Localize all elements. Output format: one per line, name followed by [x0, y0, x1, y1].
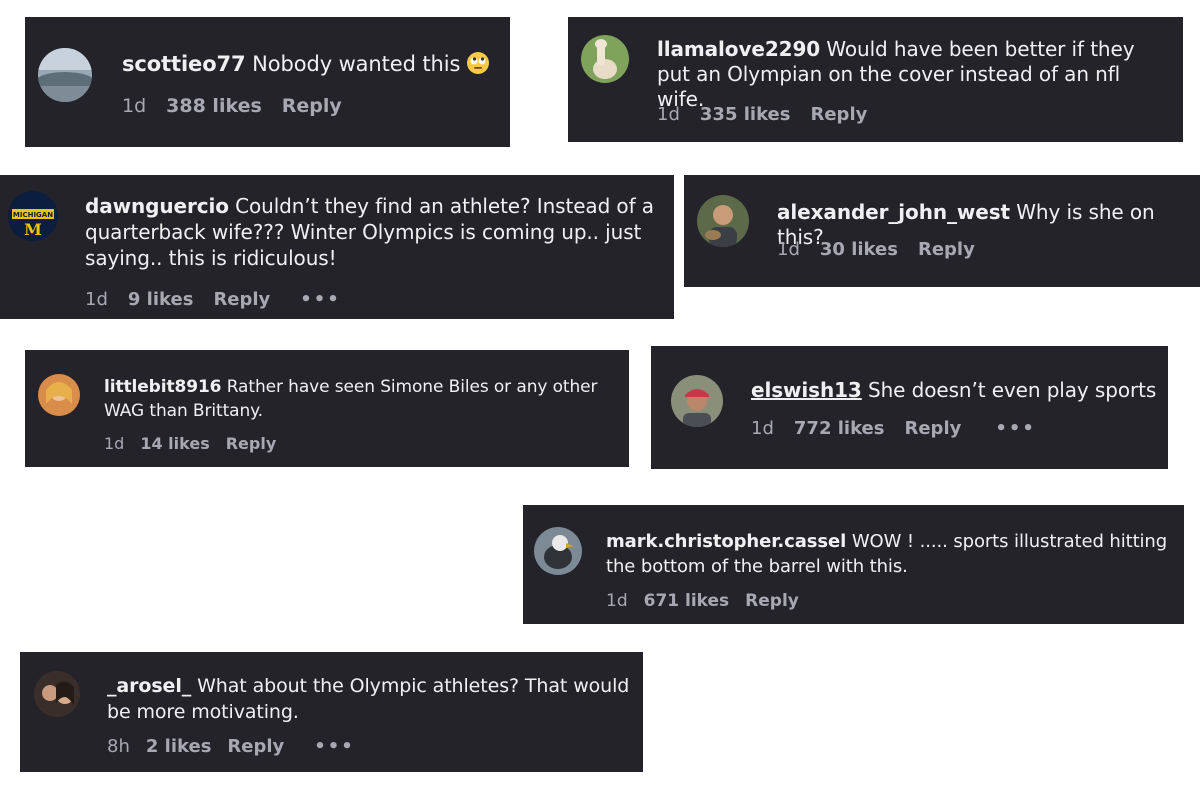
comment-meta: 1d 671 likes Reply [606, 591, 819, 611]
comment-meta: 1d 14 likes Reply [104, 434, 296, 453]
avatar[interactable] [671, 375, 723, 427]
timestamp: 1d [751, 418, 774, 439]
comment-body: Nobody wanted this [252, 52, 461, 76]
reply-button[interactable]: Reply [918, 239, 975, 260]
username[interactable]: elswish13 [751, 378, 862, 402]
comment-card: scottieo77 Nobody wanted this 1d 388 lik… [25, 17, 510, 147]
more-options-icon[interactable]: ••• [995, 418, 1036, 439]
person-avatar-icon [38, 374, 80, 416]
reply-button[interactable]: Reply [227, 736, 284, 757]
comment-card: llamalove2290 Would have been better if … [568, 17, 1183, 142]
reply-button[interactable]: Reply [904, 418, 961, 439]
timestamp: 8h [107, 736, 130, 757]
comment-meta: 1d 30 likes Reply [777, 239, 995, 260]
avatar[interactable] [697, 195, 749, 247]
username[interactable]: dawnguercio [85, 194, 229, 218]
likes-count[interactable]: 30 likes [820, 239, 898, 260]
more-options-icon[interactable]: ••• [300, 289, 341, 310]
avatar[interactable] [581, 35, 629, 83]
comment-text: scottieo77 Nobody wanted this [122, 51, 502, 77]
comment-text: _arosel_ What about the Olympic athletes… [107, 674, 635, 725]
avatar[interactable] [534, 527, 582, 575]
timestamp: 1d [777, 239, 800, 260]
comment-meta: 1d 772 likes Reply ••• [751, 418, 1036, 439]
likes-count[interactable]: 14 likes [140, 434, 209, 453]
likes-count[interactable]: 671 likes [644, 591, 730, 611]
eagle-avatar-icon [534, 527, 582, 575]
username[interactable]: llamalove2290 [657, 37, 820, 61]
comment-meta: 8h 2 likes Reply ••• [107, 736, 355, 757]
reply-button[interactable]: Reply [226, 434, 277, 453]
timestamp: 1d [122, 95, 147, 117]
timestamp: 1d [85, 289, 108, 310]
comment-meta: 1d 335 likes Reply [657, 104, 887, 125]
comment-text: dawnguercio Couldn’t they find an athlet… [85, 193, 660, 271]
timestamp: 1d [606, 591, 628, 611]
comment-card: mark.christopher.cassel WOW ! ..... spor… [523, 505, 1184, 624]
comment-card: littlebit8916 Rather have seen Simone Bi… [25, 350, 629, 467]
reply-button[interactable]: Reply [810, 104, 867, 125]
reply-button[interactable]: Reply [282, 95, 342, 117]
comment-meta: 1d 388 likes Reply [122, 95, 362, 117]
reply-button[interactable]: Reply [213, 289, 270, 310]
username[interactable]: alexander_john_west [777, 200, 1010, 224]
username[interactable]: _arosel_ [107, 675, 191, 697]
person-avatar-icon [34, 671, 80, 717]
likes-count[interactable]: 2 likes [146, 736, 212, 757]
svg-text:M: M [24, 220, 42, 239]
username[interactable]: littlebit8916 [104, 377, 222, 397]
comment-text: elswish13 She doesn’t even play sports [751, 378, 1161, 403]
avatar[interactable]: MICHIGAN M [8, 191, 58, 241]
comment-text: llamalove2290 Would have been better if … [657, 37, 1172, 112]
comment-meta: 1d 9 likes Reply ••• [85, 289, 341, 310]
comment-card: MICHIGAN M dawnguercio Couldn’t they fin… [0, 175, 674, 319]
likes-count[interactable]: 772 likes [794, 418, 885, 439]
comment-text: littlebit8916 Rather have seen Simone Bi… [104, 376, 619, 424]
comment-body: She doesn’t even play sports [868, 378, 1157, 402]
michigan-logo-avatar-icon: MICHIGAN M [8, 191, 58, 241]
more-options-icon[interactable]: ••• [314, 736, 355, 757]
michigan-logo-text: MICHIGAN [13, 211, 53, 219]
timestamp: 1d [657, 104, 680, 125]
reply-button[interactable]: Reply [745, 591, 799, 611]
likes-count[interactable]: 9 likes [128, 289, 194, 310]
person-avatar-icon [671, 375, 723, 427]
person-avatar-icon [697, 195, 749, 247]
landscape-avatar-icon [38, 48, 92, 102]
timestamp: 1d [104, 434, 125, 453]
avatar[interactable] [34, 671, 80, 717]
avatar[interactable] [38, 374, 80, 416]
avatar[interactable] [38, 48, 92, 102]
likes-count[interactable]: 335 likes [700, 104, 791, 125]
likes-count[interactable]: 388 likes [166, 95, 262, 117]
rolling-eyes-emoji-icon [466, 51, 490, 75]
comment-text: mark.christopher.cassel WOW ! ..... spor… [606, 529, 1176, 579]
comment-card: alexander_john_west Why is she on this? … [684, 175, 1200, 287]
username[interactable]: mark.christopher.cassel [606, 531, 846, 552]
username[interactable]: scottieo77 [122, 52, 246, 76]
comment-card: elswish13 She doesn’t even play sports 1… [651, 346, 1168, 469]
comment-card: _arosel_ What about the Olympic athletes… [20, 652, 643, 772]
llama-avatar-icon [581, 35, 629, 83]
